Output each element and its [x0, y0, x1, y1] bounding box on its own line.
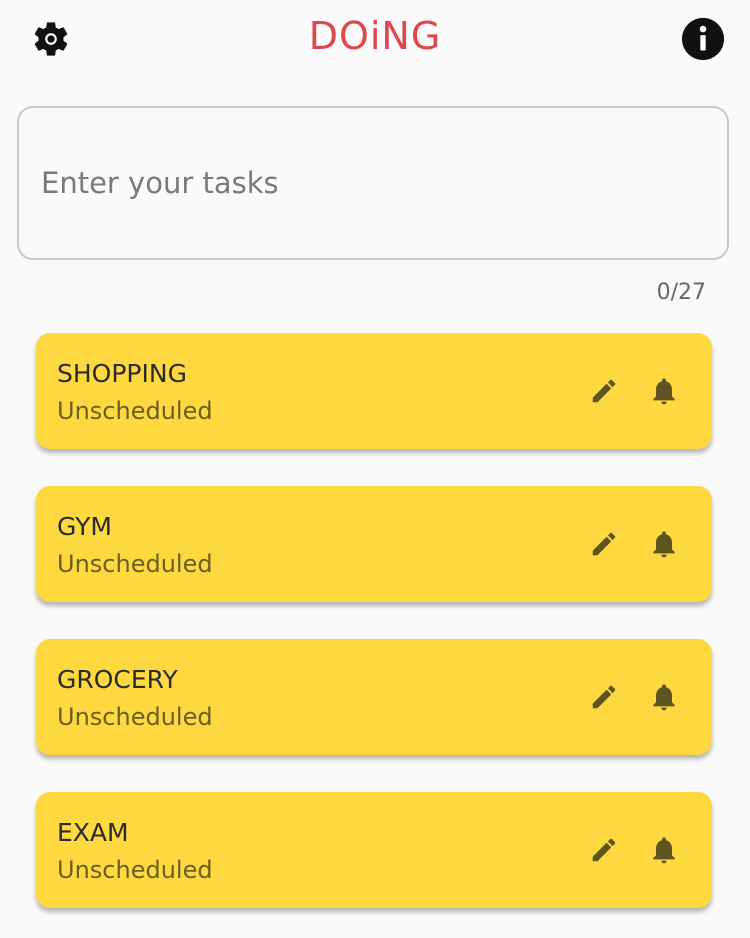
pencil-icon [592, 379, 616, 403]
bell-icon [653, 684, 675, 711]
task-status: Unscheduled [57, 856, 213, 884]
pencil-icon [592, 685, 616, 709]
task-status: Unscheduled [57, 397, 213, 425]
edit-task-button[interactable] [584, 830, 624, 870]
character-counter: 0/27 [656, 280, 706, 305]
info-icon [681, 17, 725, 61]
pencil-icon [592, 532, 616, 556]
task-input-container [17, 106, 729, 260]
task-list: SHOPPING Unscheduled GYM Unscheduled GRO… [36, 333, 712, 938]
bell-icon [653, 837, 675, 864]
app-screen: DOiNG 0/27 SHOPPING Unscheduled [0, 0, 750, 938]
task-card[interactable]: GYM Unscheduled [36, 486, 712, 602]
task-title: EXAM [57, 818, 129, 847]
task-input[interactable] [19, 108, 727, 258]
edit-task-button[interactable] [584, 524, 624, 564]
reminder-button[interactable] [644, 677, 684, 717]
edit-task-button[interactable] [584, 371, 624, 411]
task-title: SHOPPING [57, 359, 187, 388]
pencil-icon [592, 838, 616, 862]
edit-task-button[interactable] [584, 677, 624, 717]
task-title: GROCERY [57, 665, 178, 694]
bell-icon [653, 531, 675, 558]
task-card[interactable]: EXAM Unscheduled [36, 792, 712, 908]
task-status: Unscheduled [57, 703, 213, 731]
reminder-button[interactable] [644, 371, 684, 411]
task-card[interactable]: GROCERY Unscheduled [36, 639, 712, 755]
app-header: DOiNG [0, 0, 750, 80]
bell-icon [653, 378, 675, 405]
task-status: Unscheduled [57, 550, 213, 578]
task-title: GYM [57, 512, 112, 541]
info-button[interactable] [680, 16, 726, 62]
task-card[interactable]: SHOPPING Unscheduled [36, 333, 712, 449]
app-title: DOiNG [308, 14, 442, 58]
reminder-button[interactable] [644, 524, 684, 564]
reminder-button[interactable] [644, 830, 684, 870]
